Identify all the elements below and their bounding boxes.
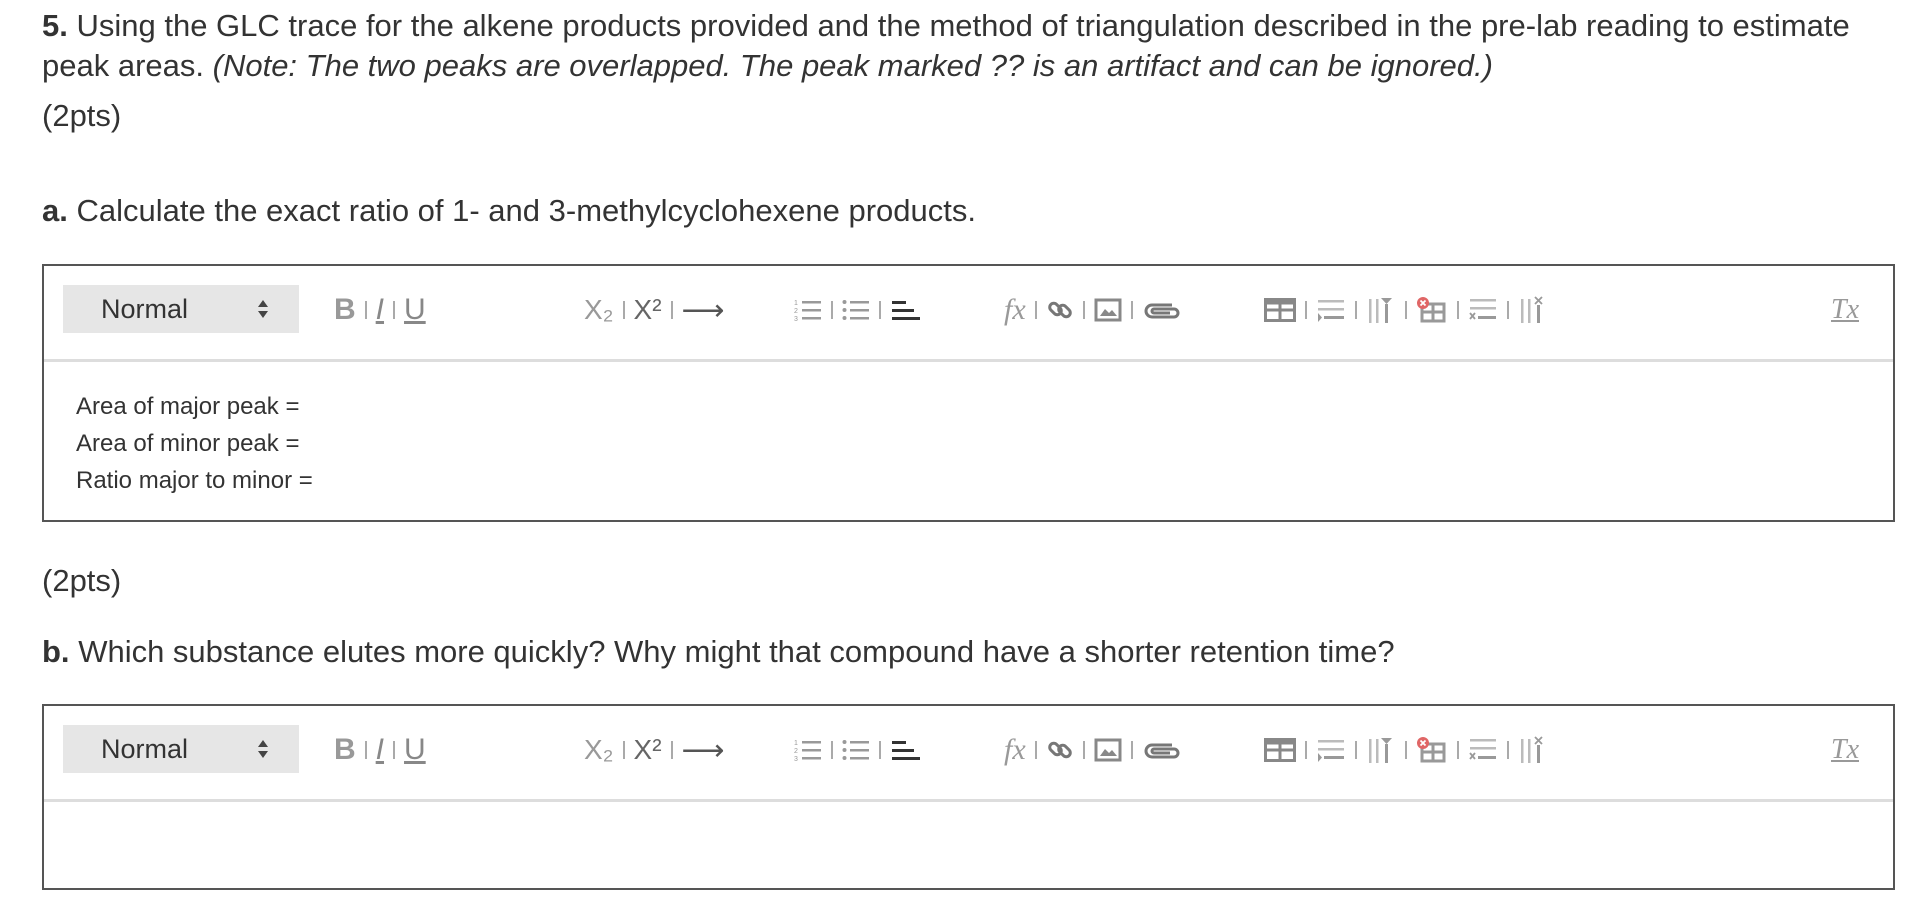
part-b-text: Which substance elutes more quickly? Why… (78, 634, 1395, 669)
list-group: 123 (794, 286, 920, 334)
table-group (1264, 286, 1548, 334)
text-format-group: B I U (334, 726, 426, 774)
delete-column-icon[interactable] (1518, 296, 1548, 324)
delete-table-icon[interactable] (1416, 296, 1448, 324)
clear-format-icon[interactable]: Tx (1831, 286, 1859, 334)
formula-icon[interactable]: fx (1004, 293, 1026, 327)
clear-format-icon[interactable]: Tx (1831, 726, 1859, 774)
arrow-icon[interactable]: ⟶ (682, 733, 725, 768)
italic-icon[interactable]: I (376, 293, 384, 327)
text-format-group: B I U (334, 286, 426, 334)
align-icon[interactable] (890, 297, 920, 323)
part-b-prompt: b. Which substance elutes more quickly? … (42, 634, 1395, 670)
question-prompt: 5. Using the GLC trace for the alkene pr… (42, 6, 1892, 86)
part-b-points: (2pts) (42, 563, 122, 598)
link-icon[interactable] (1046, 736, 1074, 764)
underline-icon[interactable]: U (404, 733, 426, 767)
attachment-icon[interactable] (1142, 737, 1180, 763)
svg-text:1: 1 (794, 740, 798, 747)
insert-row-icon[interactable] (1316, 297, 1346, 323)
select-arrows-icon (258, 740, 268, 758)
link-icon[interactable] (1046, 296, 1074, 324)
svg-text:1: 1 (794, 300, 798, 307)
content-line: Ratio major to minor = (76, 467, 313, 494)
script-group: X₂ X² ⟶ (584, 726, 725, 774)
image-icon[interactable] (1094, 297, 1122, 323)
question-number: 5. (42, 8, 68, 43)
editor-content-b[interactable] (44, 802, 1893, 854)
superscript-icon[interactable]: X² (634, 734, 662, 766)
insert-column-icon[interactable] (1366, 296, 1396, 324)
delete-row-icon[interactable] (1468, 296, 1498, 324)
part-a-points: (2pts) (42, 98, 122, 133)
content-line: Area of major peak = (76, 393, 300, 420)
bullet-list-icon[interactable] (842, 297, 870, 323)
format-select-value: Normal (101, 733, 189, 764)
svg-text:2: 2 (794, 748, 798, 755)
content-line: Area of minor peak = (76, 430, 300, 457)
table-group (1264, 726, 1548, 774)
bullet-list-icon[interactable] (842, 737, 870, 763)
question-page: 5. Using the GLC trace for the alkene pr… (0, 0, 1926, 924)
image-icon[interactable] (1094, 737, 1122, 763)
list-group: 123 (794, 726, 920, 774)
bold-icon[interactable]: B (334, 293, 356, 327)
underline-icon[interactable]: U (404, 293, 426, 327)
select-arrows-icon (258, 300, 268, 318)
svg-text:3: 3 (794, 316, 798, 323)
table-icon[interactable] (1264, 297, 1296, 323)
arrow-icon[interactable]: ⟶ (682, 293, 725, 328)
insert-row-icon[interactable] (1316, 737, 1346, 763)
answer-editor-a[interactable]: Normal B I U X₂ X² ⟶ 123 fx Tx Area of m… (42, 264, 1895, 522)
question-note: (Note: The two peaks are overlapped. The… (212, 48, 1493, 83)
format-select[interactable]: Normal (63, 285, 299, 333)
attachment-icon[interactable] (1142, 297, 1180, 323)
align-icon[interactable] (890, 737, 920, 763)
script-group: X₂ X² ⟶ (584, 286, 725, 334)
editor-toolbar: Normal B I U X₂ X² ⟶ 123 fx Tx (44, 706, 1893, 802)
answer-editor-b[interactable]: Normal B I U X₂ X² ⟶ 123 fx Tx (42, 704, 1895, 890)
delete-row-icon[interactable] (1468, 736, 1498, 764)
svg-text:2: 2 (794, 308, 798, 315)
delete-column-icon[interactable] (1518, 736, 1548, 764)
format-select[interactable]: Normal (63, 725, 299, 773)
italic-icon[interactable]: I (376, 733, 384, 767)
part-a-text: Calculate the exact ratio of 1- and 3-me… (76, 193, 976, 228)
subscript-icon[interactable]: X₂ (584, 294, 614, 326)
part-a-label: a. (42, 193, 68, 228)
editor-content-a[interactable]: Area of major peak = Area of minor peak … (44, 362, 1893, 525)
part-b-label: b. (42, 634, 70, 669)
subscript-icon[interactable]: X₂ (584, 734, 614, 766)
ordered-list-icon[interactable]: 123 (794, 737, 822, 763)
superscript-icon[interactable]: X² (634, 294, 662, 326)
part-a-prompt: a. Calculate the exact ratio of 1- and 3… (42, 193, 976, 229)
editor-toolbar: Normal B I U X₂ X² ⟶ 123 fx Tx (44, 266, 1893, 362)
table-icon[interactable] (1264, 737, 1296, 763)
insert-group: fx (1004, 286, 1180, 334)
svg-text:3: 3 (794, 756, 798, 763)
formula-icon[interactable]: fx (1004, 733, 1026, 767)
insert-group: fx (1004, 726, 1180, 774)
ordered-list-icon[interactable]: 123 (794, 297, 822, 323)
bold-icon[interactable]: B (334, 733, 356, 767)
insert-column-icon[interactable] (1366, 736, 1396, 764)
delete-table-icon[interactable] (1416, 736, 1448, 764)
format-select-value: Normal (101, 293, 189, 324)
